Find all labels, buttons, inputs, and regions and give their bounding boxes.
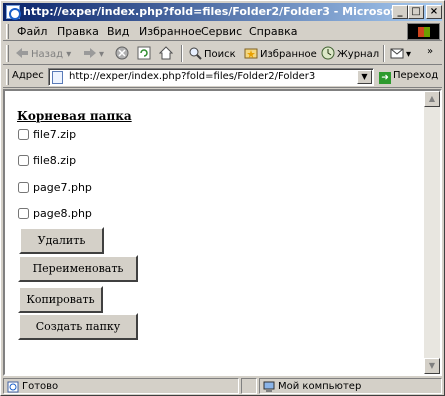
file-checkbox[interactable]	[18, 182, 29, 193]
toolbar-separator	[181, 45, 183, 62]
home-button[interactable]	[159, 46, 175, 62]
refresh-icon	[137, 46, 151, 60]
back-button[interactable]: Назад ▾	[15, 46, 71, 62]
rename-button[interactable]: Переименовать	[18, 255, 138, 282]
mail-icon	[390, 48, 404, 59]
minimize-button[interactable]: _	[392, 5, 408, 19]
status-main: Готово	[3, 378, 239, 394]
toolbar-separator	[383, 45, 385, 62]
file-name: file7.zip	[33, 128, 77, 141]
menu-tools[interactable]: Сервис	[201, 25, 242, 38]
maximize-button[interactable]: □	[408, 5, 424, 19]
menu-edit[interactable]: Правка	[57, 25, 99, 38]
go-button[interactable]: ➜ Переход	[379, 70, 438, 84]
search-icon	[189, 47, 202, 60]
scroll-up-icon[interactable]: ▲	[424, 91, 440, 107]
status-cell	[241, 378, 257, 394]
page-icon	[52, 71, 63, 84]
zone-text: Мой компьютер	[278, 381, 362, 392]
forward-dropdown-icon[interactable]: ▾	[99, 49, 104, 60]
windows-logo-icon	[407, 23, 440, 40]
stop-button[interactable]	[115, 46, 131, 62]
history-label: Журнал	[337, 49, 380, 60]
window-title: http://exper/index.php?fold=files/Folder…	[23, 5, 393, 18]
browser-window: http://exper/index.php?fold=files/Folder…	[0, 0, 445, 396]
file-name: page7.php	[33, 181, 92, 194]
address-url: http://exper/index.php?fold=files/Folder…	[69, 71, 316, 82]
stop-icon	[115, 46, 129, 60]
page-done-icon	[7, 381, 19, 393]
toolbar-chevron-icon[interactable]: »	[427, 46, 433, 62]
favorites-button[interactable]: Избранное	[244, 46, 317, 62]
back-arrow-icon	[16, 48, 28, 58]
refresh-button[interactable]	[137, 46, 153, 62]
title-bar[interactable]: http://exper/index.php?fold=files/Folder…	[3, 3, 442, 21]
address-bar: Адрес http://exper/index.php?fold=files/…	[3, 66, 442, 88]
mail-dropdown-icon[interactable]: ▾	[406, 49, 411, 60]
close-button[interactable]: ×	[426, 5, 442, 19]
address-label: Адрес	[12, 70, 44, 81]
file-checkbox[interactable]	[18, 129, 29, 140]
menu-file[interactable]: Файл	[17, 25, 47, 38]
go-label: Переход	[393, 70, 439, 81]
favorites-star-icon	[244, 48, 258, 59]
delete-button[interactable]: Удалить	[19, 227, 104, 254]
forward-button[interactable]: ▾	[83, 46, 104, 62]
favorites-label: Избранное	[260, 49, 317, 60]
back-label: Назад	[31, 49, 64, 60]
status-zone: Мой компьютер	[259, 378, 442, 394]
menu-favorites[interactable]: Избранное	[139, 25, 201, 38]
menu-bar: Файл Правка Вид Избранное Сервис Справка	[3, 22, 442, 41]
page-title: Корневая папка	[17, 109, 132, 123]
menu-grip[interactable]	[6, 24, 9, 39]
home-icon	[159, 46, 173, 60]
standard-toolbar: Назад ▾ ▾ Поиск Избранное Журнал ▾ »	[3, 42, 442, 65]
mail-button[interactable]: ▾	[390, 46, 411, 62]
back-dropdown-icon[interactable]: ▾	[63, 49, 71, 60]
file-name: file8.zip	[33, 154, 77, 167]
create-folder-button[interactable]: Создать папку	[18, 313, 138, 340]
history-icon	[321, 46, 335, 60]
status-text: Готово	[22, 381, 59, 392]
history-button[interactable]: Журнал	[321, 46, 379, 62]
vertical-scrollbar[interactable]: ▲ ▼	[424, 91, 440, 374]
menu-view[interactable]: Вид	[107, 25, 129, 38]
search-button[interactable]: Поиск	[188, 46, 236, 62]
search-label: Поиск	[204, 49, 236, 60]
address-dropdown-icon[interactable]: ▼	[357, 70, 372, 84]
page-content: Корневая папка file7.zip file8.zip page7…	[5, 91, 424, 374]
file-name: page8.php	[33, 207, 92, 220]
address-grip[interactable]	[6, 69, 9, 85]
file-checkbox[interactable]	[18, 208, 29, 219]
menu-help[interactable]: Справка	[249, 25, 297, 38]
address-input[interactable]: http://exper/index.php?fold=files/Folder…	[48, 68, 374, 86]
ie-icon	[6, 5, 21, 20]
copy-button[interactable]: Копировать	[18, 286, 103, 313]
content-frame: Корневая папка file7.zip file8.zip page7…	[3, 89, 442, 376]
toolbar-grip[interactable]	[6, 45, 9, 62]
go-arrow-icon: ➜	[379, 72, 391, 84]
file-checkbox[interactable]	[18, 155, 29, 166]
forward-arrow-icon	[84, 48, 96, 58]
status-bar: Готово Мой компьютер	[3, 377, 442, 395]
my-computer-icon	[263, 381, 275, 392]
scroll-down-icon[interactable]: ▼	[424, 358, 440, 374]
